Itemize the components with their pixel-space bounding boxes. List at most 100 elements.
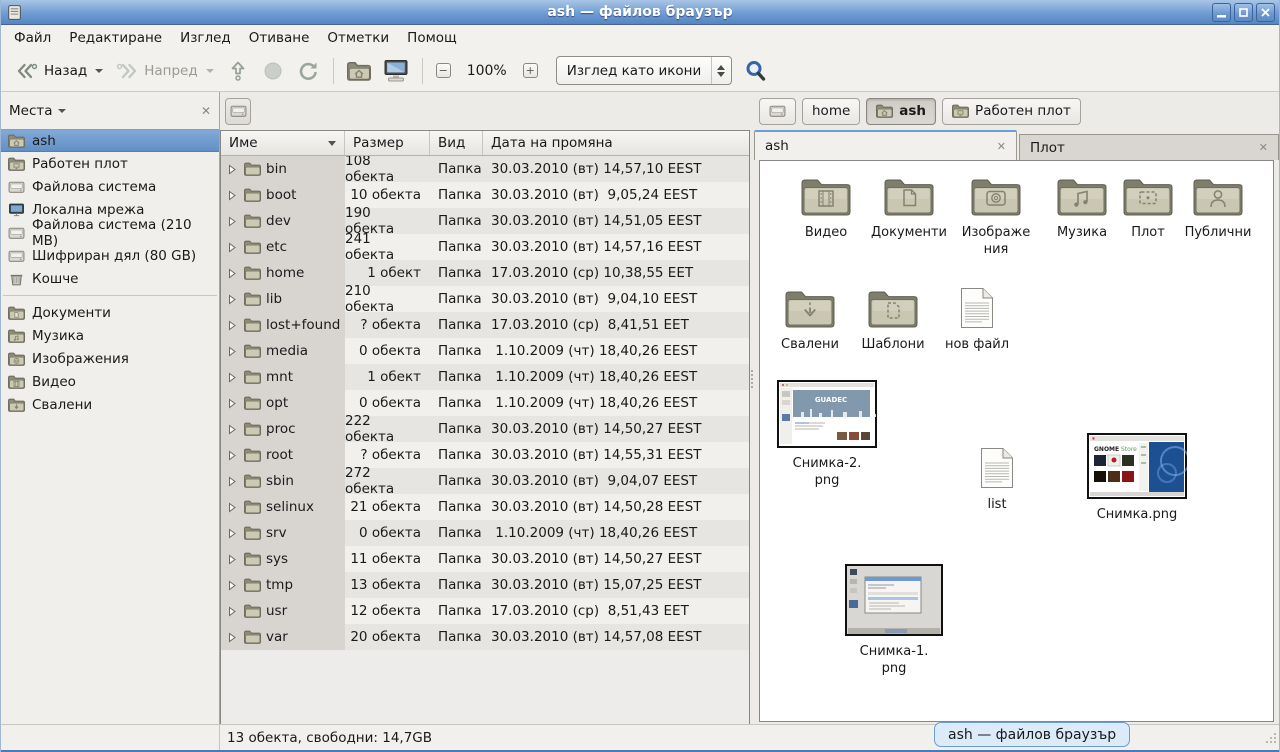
sidebar-item-5[interactable]: Шифриран дял (80 GB) bbox=[1, 244, 219, 267]
table-row[interactable]: tmp 13 обекта Папка 30.03.2010 (вт) 15,0… bbox=[221, 572, 749, 598]
table-row[interactable]: dev 190 обекта Папка 30.03.2010 (вт) 14,… bbox=[221, 208, 749, 234]
stop-button[interactable] bbox=[256, 55, 290, 87]
expander-icon[interactable] bbox=[227, 632, 237, 643]
tab-0[interactable]: ash ✕ bbox=[754, 130, 1017, 160]
home-button[interactable] bbox=[341, 56, 377, 86]
table-row[interactable]: lost+found ? обекта Папка 17.03.2010 (ср… bbox=[221, 312, 749, 338]
icon-item-1[interactable]: Документи bbox=[859, 177, 959, 242]
table-row[interactable]: bin 108 обекта Папка 30.03.2010 (вт) 14,… bbox=[221, 156, 749, 182]
expander-icon[interactable] bbox=[227, 476, 237, 487]
expander-icon[interactable] bbox=[227, 346, 237, 357]
column-header-type[interactable]: Вид bbox=[430, 131, 483, 155]
expander-icon[interactable] bbox=[227, 294, 237, 305]
path-button-1[interactable]: home bbox=[802, 98, 860, 125]
table-row[interactable]: root ? обекта Папка 30.03.2010 (вт) 14,5… bbox=[221, 442, 749, 468]
expander-icon[interactable] bbox=[227, 398, 237, 409]
sidebar-item-12[interactable]: Свалени bbox=[1, 393, 219, 416]
path-button-0[interactable] bbox=[759, 98, 796, 125]
resize-grip[interactable] bbox=[1265, 732, 1277, 748]
back-button[interactable]: Назад bbox=[9, 55, 109, 87]
table-row[interactable]: home 1 обект Папка 17.03.2010 (ср) 10,38… bbox=[221, 260, 749, 286]
forward-button[interactable]: Напред bbox=[109, 55, 219, 87]
table-row[interactable]: etc 241 обекта Папка 30.03.2010 (вт) 14,… bbox=[221, 234, 749, 260]
icon-item-11[interactable]: GNOMEStore Снимка.png bbox=[1082, 433, 1192, 524]
close-button[interactable] bbox=[1256, 3, 1275, 22]
table-row[interactable]: var 20 обекта Папка 30.03.2010 (вт) 14,5… bbox=[221, 624, 749, 650]
icon-item-9[interactable]: GUADEC Снимка-2.png bbox=[772, 380, 882, 490]
sidebar-mode-select[interactable]: Места bbox=[9, 103, 66, 119]
menu-item-2[interactable]: Изглед bbox=[171, 27, 240, 49]
table-row[interactable]: media 0 обекта Папка 1.10.2009 (чт) 18,4… bbox=[221, 338, 749, 364]
column-header-date[interactable]: Дата на промяна bbox=[483, 131, 749, 155]
table-row[interactable]: lib 210 обекта Папка 30.03.2010 (вт) 9,0… bbox=[221, 286, 749, 312]
cell-type: Папка bbox=[430, 416, 483, 442]
table-row[interactable]: selinux 21 обекта Папка 30.03.2010 (вт) … bbox=[221, 494, 749, 520]
sidebar-close-icon[interactable]: ✕ bbox=[201, 104, 211, 118]
table-row[interactable]: srv 0 обекта Папка 1.10.2009 (чт) 18,40,… bbox=[221, 520, 749, 546]
menu-item-0[interactable]: Файл bbox=[5, 27, 60, 49]
icon-item-8[interactable]: нов файл bbox=[927, 287, 1027, 354]
menu-item-3[interactable]: Отиване bbox=[240, 27, 319, 49]
back-dropdown-icon[interactable] bbox=[95, 69, 103, 73]
table-row[interactable]: boot 10 обекта Папка 30.03.2010 (вт) 9,0… bbox=[221, 182, 749, 208]
view-mode-select[interactable]: Изглед като икони bbox=[556, 56, 733, 85]
sidebar-item-11[interactable]: Видео bbox=[1, 370, 219, 393]
table-row[interactable]: mnt 1 обект Папка 1.10.2009 (чт) 18,40,2… bbox=[221, 364, 749, 390]
sidebar-item-6[interactable]: Кошче bbox=[1, 267, 219, 290]
menu-item-5[interactable]: Помощ bbox=[398, 27, 466, 49]
sidebar-item-0[interactable]: ash bbox=[1, 129, 219, 152]
column-header-name[interactable]: Име bbox=[221, 131, 345, 155]
icon-item-2[interactable]: Изображения bbox=[946, 177, 1046, 259]
reload-button[interactable] bbox=[290, 54, 326, 88]
icon-view[interactable]: Видео Документи Изображения Музика Плот … bbox=[759, 160, 1274, 722]
sidebar-item-8[interactable]: Документи bbox=[1, 301, 219, 324]
reload-icon bbox=[296, 59, 320, 83]
minimize-button[interactable] bbox=[1212, 3, 1231, 22]
tab-1[interactable]: Плот ✕ bbox=[1019, 134, 1279, 160]
table-row[interactable]: sys 11 обекта Папка 30.03.2010 (вт) 14,5… bbox=[221, 546, 749, 572]
expander-icon[interactable] bbox=[227, 554, 237, 565]
menu-item-4[interactable]: Отметки bbox=[318, 27, 398, 49]
expander-icon[interactable] bbox=[227, 606, 237, 617]
expander-icon[interactable] bbox=[227, 502, 237, 513]
zoom-out-button[interactable]: − bbox=[430, 58, 457, 83]
expander-icon[interactable] bbox=[227, 580, 237, 591]
expander-icon[interactable] bbox=[227, 216, 237, 227]
expander-icon[interactable] bbox=[227, 528, 237, 539]
sidebar-item-2[interactable]: Файлова система bbox=[1, 175, 219, 198]
table-row[interactable]: proc 222 обекта Папка 30.03.2010 (вт) 14… bbox=[221, 416, 749, 442]
expander-icon[interactable] bbox=[227, 450, 237, 461]
expander-icon[interactable] bbox=[227, 242, 237, 253]
sidebar-item-1[interactable]: Работен плот bbox=[1, 152, 219, 175]
icon-item-5[interactable]: Публични bbox=[1168, 177, 1268, 242]
search-button[interactable] bbox=[744, 59, 768, 83]
root-drive-button[interactable] bbox=[225, 98, 251, 125]
sidebar-item-4[interactable]: Файлова система (210 MB) bbox=[1, 221, 219, 244]
menu-item-1[interactable]: Редактиране bbox=[60, 27, 171, 49]
expander-icon[interactable] bbox=[227, 164, 237, 175]
expander-icon[interactable] bbox=[227, 268, 237, 279]
icon-item-12[interactable]: Снимка-1.png bbox=[839, 564, 949, 678]
table-row[interactable]: sbin 272 обекта Папка 30.03.2010 (вт) 9,… bbox=[221, 468, 749, 494]
path-button-2[interactable]: ash bbox=[866, 98, 936, 125]
path-button-3[interactable]: Работен плот bbox=[942, 98, 1081, 125]
column-header-size[interactable]: Размер bbox=[345, 131, 430, 155]
expander-icon[interactable] bbox=[227, 424, 237, 435]
sidebar-item-9[interactable]: Музика bbox=[1, 324, 219, 347]
icon-item-10[interactable]: list bbox=[947, 447, 1047, 514]
computer-button[interactable] bbox=[377, 54, 415, 88]
tab-close-icon[interactable]: ✕ bbox=[985, 140, 1006, 153]
table-row[interactable]: usr 12 обекта Папка 17.03.2010 (ср) 8,51… bbox=[221, 598, 749, 624]
maximize-button[interactable] bbox=[1234, 3, 1253, 22]
icon-item-label: Публични bbox=[1176, 225, 1260, 242]
expander-icon[interactable] bbox=[227, 372, 237, 383]
tab-close-icon[interactable]: ✕ bbox=[1247, 141, 1268, 154]
table-row[interactable]: opt 0 обекта Папка 1.10.2009 (чт) 18,40,… bbox=[221, 390, 749, 416]
up-button[interactable] bbox=[220, 54, 256, 88]
zoom-in-button[interactable]: + bbox=[517, 58, 544, 83]
expander-icon[interactable] bbox=[227, 190, 237, 201]
sidebar-item-10[interactable]: Изображения bbox=[1, 347, 219, 370]
forward-dropdown-icon[interactable] bbox=[206, 69, 214, 73]
expander-icon[interactable] bbox=[227, 320, 237, 331]
titlebar[interactable]: ash — файлов браузър bbox=[1, 0, 1279, 25]
